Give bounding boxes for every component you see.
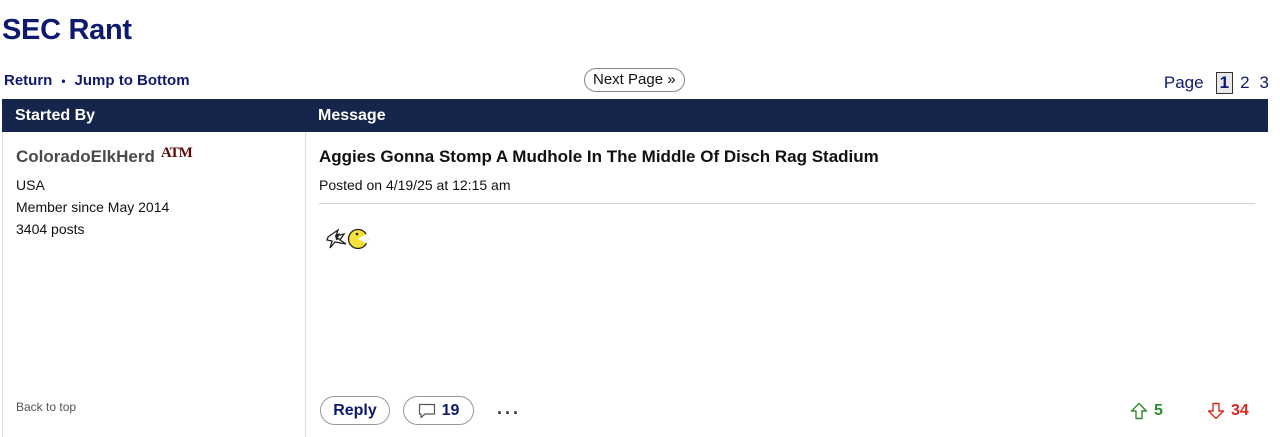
author-location: USA: [16, 177, 45, 193]
back-to-top-link[interactable]: Back to top: [16, 400, 76, 414]
page-3-link[interactable]: 3: [1257, 73, 1272, 93]
author-member-since: Member since May 2014: [16, 199, 170, 215]
pacman-chasing-icon: [326, 228, 369, 250]
upvote-button[interactable]: 5: [1130, 402, 1163, 420]
author-name-link[interactable]: ColoradoElkHerd: [16, 147, 155, 167]
post-timestamp: Posted on 4/19/25 at 12:15 am: [319, 177, 511, 193]
return-link[interactable]: Return: [4, 72, 52, 89]
message-panel: Aggies Gonna Stomp A Mudhole In The Midd…: [306, 132, 1268, 437]
pagination-label: Page: [1163, 73, 1204, 92]
top-nav: Return • Jump to Bottom: [4, 72, 190, 89]
downvote-count: 34: [1231, 402, 1249, 419]
next-page-button[interactable]: Next Page »: [584, 68, 685, 92]
upvote-count: 5: [1154, 402, 1163, 419]
speech-bubble-icon: [418, 403, 435, 418]
author-panel: ColoradoElkHerd ATM USA Member since May…: [2, 132, 306, 437]
page-1-current: 1: [1215, 72, 1234, 94]
arrow-down-outline-icon: [1207, 402, 1225, 420]
more-options-button[interactable]: ...: [497, 398, 521, 419]
nav-separator: •: [61, 73, 66, 88]
pagination: Page 1 2 3: [1164, 72, 1272, 94]
page-2-link[interactable]: 2: [1237, 73, 1252, 93]
arrow-up-outline-icon: [1130, 402, 1148, 420]
author-post-count: 3404 posts: [16, 221, 85, 237]
author-name-row: ColoradoElkHerd ATM: [16, 144, 193, 167]
board-title[interactable]: SEC Rant: [2, 14, 132, 47]
reply-button[interactable]: Reply: [320, 396, 390, 425]
started-by-header: Started By: [15, 107, 96, 124]
author-meta: USA Member since May 2014 3404 posts: [16, 174, 169, 240]
comments-button[interactable]: 19: [403, 396, 474, 425]
thread-table-header: Started By Message: [2, 99, 1268, 132]
post-divider: [319, 203, 1255, 204]
jump-to-bottom-link[interactable]: Jump to Bottom: [75, 72, 190, 89]
post-title: Aggies Gonna Stomp A Mudhole In The Midd…: [319, 147, 879, 166]
message-header: Message: [318, 107, 386, 124]
comment-count: 19: [441, 401, 460, 419]
downvote-button[interactable]: 34: [1207, 402, 1249, 420]
texas-am-logo-icon: ATM: [160, 144, 193, 161]
